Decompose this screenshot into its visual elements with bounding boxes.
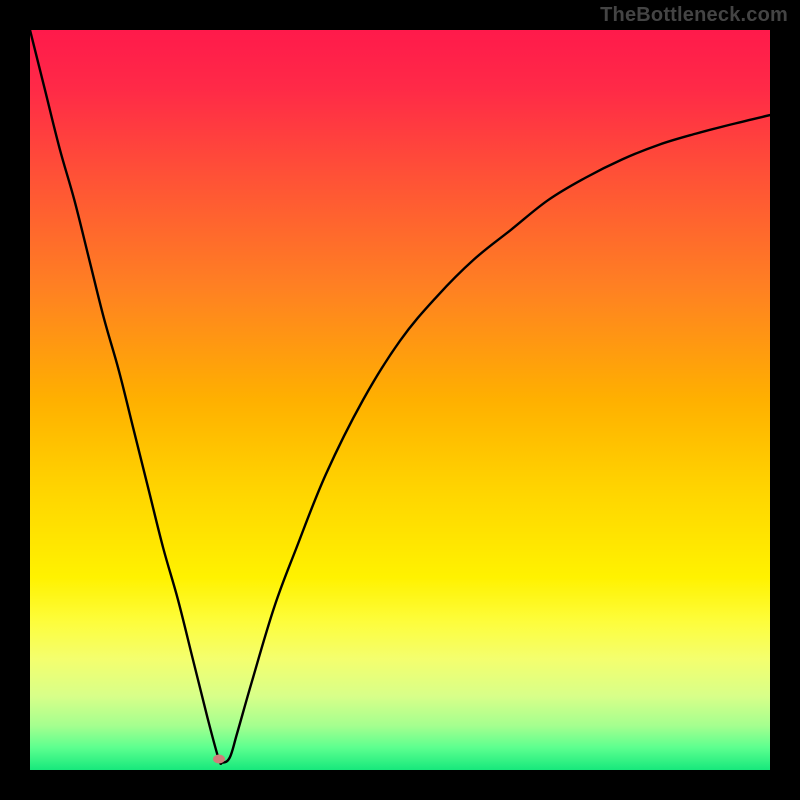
plot-area xyxy=(30,30,770,770)
optimum-marker xyxy=(213,754,225,763)
bottleneck-curve xyxy=(30,30,770,770)
curve-path xyxy=(30,30,770,764)
watermark-text: TheBottleneck.com xyxy=(600,4,788,27)
chart-frame: TheBottleneck.com xyxy=(0,0,800,800)
